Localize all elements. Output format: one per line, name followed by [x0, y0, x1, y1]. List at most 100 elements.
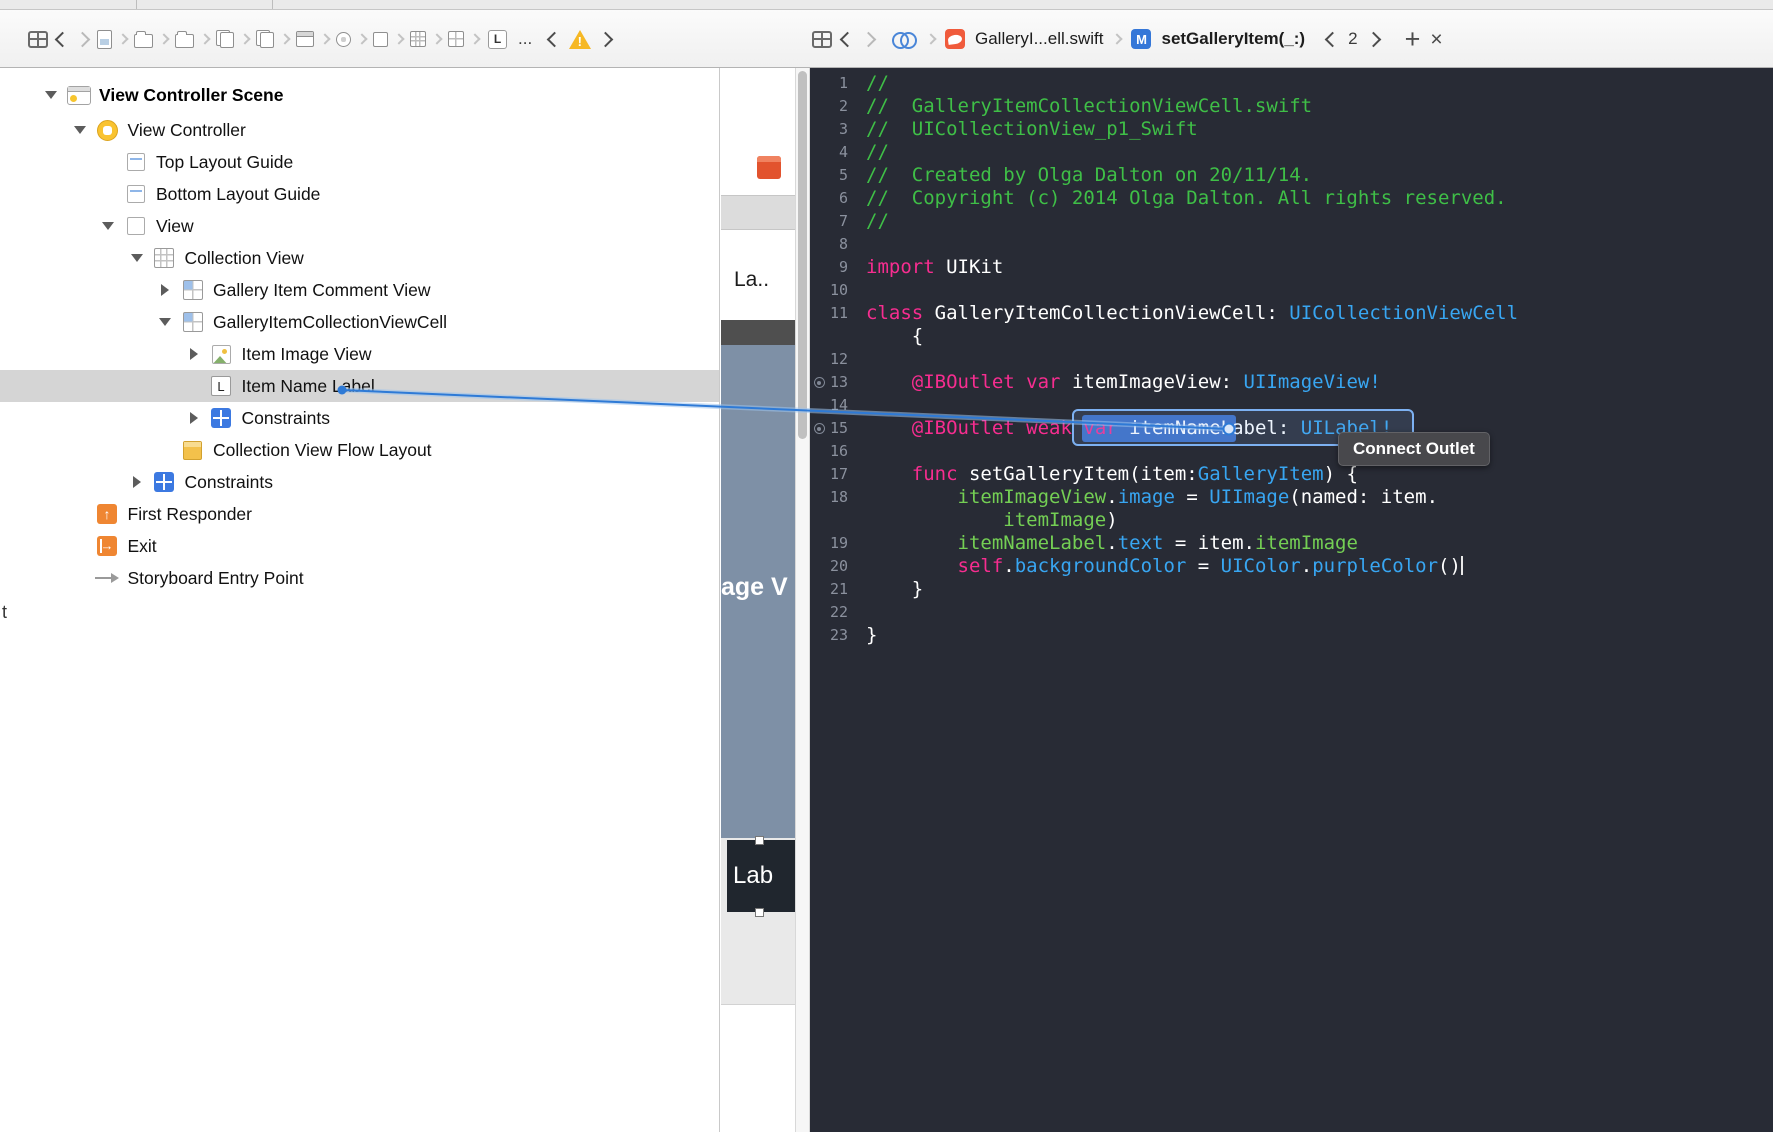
- code-line[interactable]: 8: [810, 233, 1773, 256]
- counterparts-icon[interactable]: [892, 31, 917, 49]
- disclosure-open-icon[interactable]: [73, 114, 95, 146]
- code-line[interactable]: 12: [810, 348, 1773, 371]
- file-pair-icon[interactable]: [256, 30, 274, 48]
- code-line[interactable]: 6 // Copyright (c) 2014 Olga Dalton. All …: [810, 187, 1773, 210]
- disclosure-open-icon[interactable]: [130, 242, 152, 274]
- code-line[interactable]: 10: [810, 279, 1773, 302]
- label-crumb-icon[interactable]: L: [488, 29, 507, 49]
- outline-item-label: Exit: [127, 535, 157, 556]
- outline-item-first-responder[interactable]: First Responder: [0, 498, 719, 530]
- disclosure-closed-icon[interactable]: [187, 338, 209, 370]
- code-line[interactable]: 7 //: [810, 210, 1773, 233]
- connection-well-icon[interactable]: [810, 377, 828, 388]
- constraints-icon: [154, 472, 174, 492]
- disclosure-open-icon[interactable]: [44, 76, 66, 114]
- related-items-icon[interactable]: [812, 30, 832, 48]
- outline-item-exit[interactable]: Exit: [0, 530, 719, 562]
- selection-handle[interactable]: [755, 908, 764, 917]
- collection-crumb-icon[interactable]: [410, 31, 426, 47]
- swift-file-icon[interactable]: [945, 29, 965, 49]
- code-line[interactable]: 22: [810, 601, 1773, 624]
- code-line[interactable]: 1 //: [810, 72, 1773, 95]
- code-line[interactable]: 21 }: [810, 578, 1773, 601]
- code-line[interactable]: 17 func setGalleryItem(item:GalleryItem)…: [810, 463, 1773, 486]
- code-line[interactable]: itemImage): [810, 509, 1773, 532]
- outline-item-constraints[interactable]: Constraints: [0, 402, 719, 434]
- outline-item-collection-view[interactable]: Collection View: [0, 242, 719, 274]
- scrollbar-thumb[interactable]: [798, 71, 807, 439]
- connection-well-icon[interactable]: [810, 423, 828, 434]
- outline-item-view-controller-scene[interactable]: View Controller Scene: [0, 76, 719, 114]
- symbol-crumb[interactable]: setGalleryItem(_:): [1161, 29, 1305, 49]
- code-text: import UIKit: [866, 256, 1004, 278]
- partial-cell-label[interactable]: La..: [734, 268, 769, 292]
- outline-item-view[interactable]: View: [0, 210, 719, 242]
- outline-item-bottom-layout-guide[interactable]: Bottom Layout Guide: [0, 178, 719, 210]
- disclosure-closed-icon[interactable]: [187, 402, 209, 434]
- disclosure-closed-icon[interactable]: [130, 466, 152, 498]
- next-counterpart-icon[interactable]: [1365, 31, 1381, 47]
- warning-icon[interactable]: [569, 29, 592, 49]
- code-line[interactable]: 19 itemNameLabel.text = item.itemImage: [810, 532, 1773, 555]
- code-line[interactable]: {: [810, 325, 1773, 348]
- vc-crumb-icon[interactable]: [336, 31, 351, 47]
- storyboard-icon[interactable]: [296, 31, 314, 47]
- folder-icon[interactable]: [134, 30, 153, 48]
- code-line[interactable]: 2 // GalleryItemCollectionViewCell.swift: [810, 95, 1773, 118]
- close-editor-icon[interactable]: ×: [1430, 29, 1442, 50]
- disclosure-open-icon[interactable]: [101, 210, 123, 242]
- line-number: 10: [829, 281, 848, 299]
- vertical-scrollbar[interactable]: [795, 68, 810, 1132]
- file-preview-icon[interactable]: [97, 29, 112, 49]
- scene-cube-icon[interactable]: [757, 156, 781, 179]
- folder-icon[interactable]: [175, 30, 194, 48]
- assistant-code-editor[interactable]: 1 // 2 // GalleryItemCollectionViewCell.swi…: [810, 68, 1773, 1132]
- forward-chevron-icon[interactable]: [860, 31, 877, 47]
- icon-wrap: L: [209, 374, 234, 398]
- back-chevron-icon[interactable]: [839, 31, 856, 47]
- file-pair-icon[interactable]: [216, 30, 234, 48]
- add-editor-icon[interactable]: +: [1405, 25, 1421, 53]
- code-line[interactable]: 5 // Created by Olga Dalton on 20/11/14.: [810, 164, 1773, 187]
- code-line[interactable]: 18 itemImageView.image = UIImage(named: …: [810, 486, 1773, 509]
- disclosure-closed-icon[interactable]: [158, 274, 180, 306]
- code-line[interactable]: 9 import UIKit: [810, 256, 1773, 279]
- icon-wrap: [95, 118, 120, 142]
- code-line[interactable]: 13 @IBOutlet var itemImageView: UIImageV…: [810, 371, 1773, 394]
- code-line[interactable]: 23}: [810, 624, 1773, 647]
- outline-item-view-controller[interactable]: View Controller: [0, 114, 719, 146]
- outline-item-label: Top Layout Guide: [156, 151, 294, 172]
- outline-item-galleryitemcollectionviewcell[interactable]: GalleryItemCollectionViewCell: [0, 306, 719, 338]
- cell-crumb-icon[interactable]: [448, 31, 464, 47]
- file-name-crumb[interactable]: GalleryI...ell.swift: [975, 29, 1103, 49]
- line-number: 14: [829, 396, 848, 414]
- disclosure-open-icon[interactable]: [158, 306, 180, 338]
- code-line[interactable]: 20 self.backgroundColor = UIColor.purple…: [810, 555, 1773, 578]
- item-image-view-canvas[interactable]: age V: [721, 345, 795, 838]
- forward-chevron-icon[interactable]: [74, 31, 91, 47]
- code-line[interactable]: 4 //: [810, 141, 1773, 164]
- selection-handle[interactable]: [755, 836, 764, 845]
- outline-item-gallery-item-comment-view[interactable]: Gallery Item Comment View: [0, 274, 719, 306]
- code-line[interactable]: 3 // UICollectionView_p1_Swift: [810, 118, 1773, 141]
- outline-item-top-layout-guide[interactable]: Top Layout Guide: [0, 146, 719, 178]
- code-line[interactable]: 11 class GalleryItemCollectionViewCell: U…: [810, 302, 1773, 325]
- outline-item-item-image-view[interactable]: Item Image View: [0, 338, 719, 370]
- counterpart-counter[interactable]: 2: [1348, 29, 1357, 49]
- view-crumb-icon[interactable]: [373, 31, 388, 47]
- outline-item-constraints[interactable]: Constraints: [0, 466, 719, 498]
- tab-bar[interactable]: [0, 0, 1773, 10]
- previous-issue-icon[interactable]: [546, 31, 563, 47]
- next-issue-icon[interactable]: [597, 31, 614, 47]
- outline-item-collection-view-flow-layout[interactable]: Collection View Flow Layout: [0, 434, 719, 466]
- outline-item-label: View: [156, 215, 194, 236]
- scene-icon: [66, 85, 91, 105]
- item-name-label-canvas[interactable]: Lab: [727, 840, 795, 912]
- related-items-icon[interactable]: [28, 30, 48, 48]
- jump-bar-ellipsis[interactable]: ...: [518, 29, 532, 49]
- previous-counterpart-icon[interactable]: [1324, 31, 1341, 47]
- outline-item-storyboard-entry-point[interactable]: Storyboard Entry Point: [0, 562, 719, 594]
- outline-item-item-name-label[interactable]: L Item Name Label: [0, 370, 719, 402]
- back-chevron-icon[interactable]: [54, 31, 71, 47]
